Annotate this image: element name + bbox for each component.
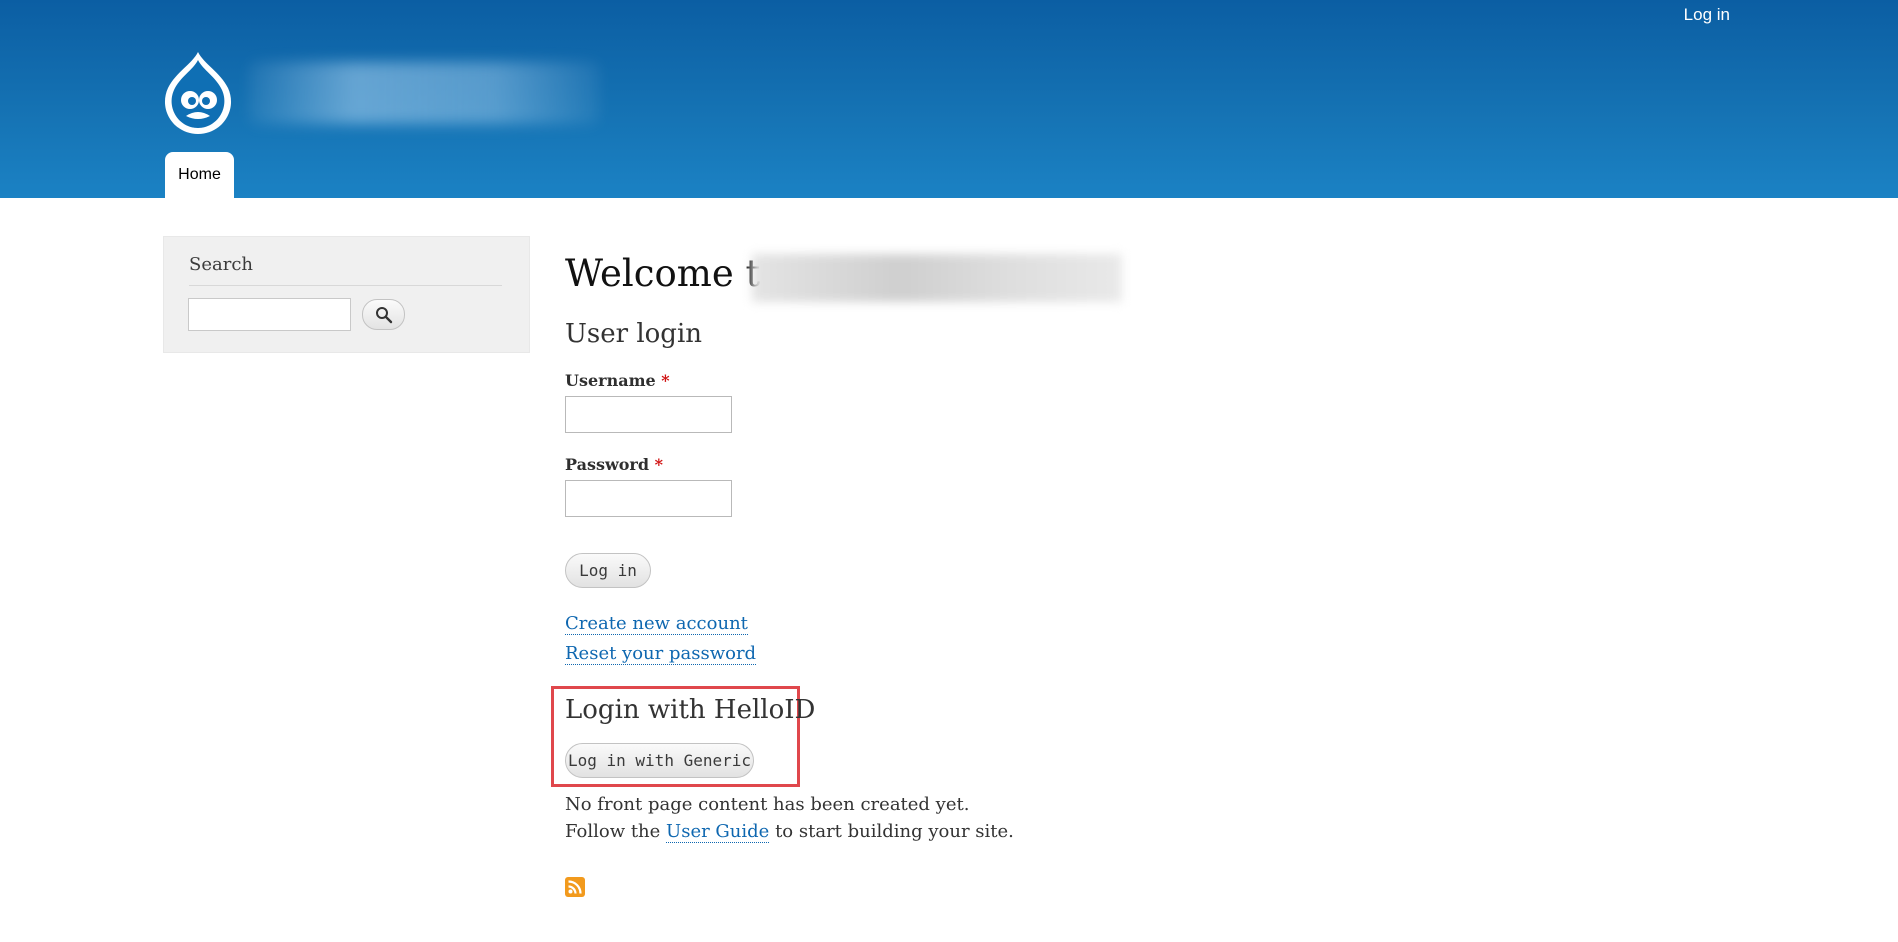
- tab-home[interactable]: Home: [165, 152, 234, 198]
- user-guide-suffix: to start building your site.: [775, 821, 1014, 842]
- username-label-text: Username: [565, 371, 656, 390]
- password-field[interactable]: [565, 480, 732, 517]
- create-account-link[interactable]: Create new account: [565, 614, 748, 635]
- user-guide-link[interactable]: User Guide: [666, 821, 770, 843]
- site-name-redacted: [248, 62, 600, 124]
- password-label: Password *: [565, 455, 663, 474]
- required-marker: *: [661, 371, 670, 390]
- page-title: Welcome to: [565, 252, 783, 295]
- login-submit-button[interactable]: Log in: [565, 553, 651, 588]
- search-divider: [189, 285, 502, 286]
- helloid-heading: Login with HelloID: [565, 695, 816, 725]
- drupal-logo-icon[interactable]: [160, 50, 236, 136]
- username-field[interactable]: [565, 396, 732, 433]
- rss-feed-icon[interactable]: [565, 877, 585, 897]
- search-input[interactable]: [188, 298, 351, 331]
- password-label-text: Password: [565, 455, 650, 474]
- front-page-message: No front page content has been created y…: [565, 794, 970, 815]
- username-label: Username *: [565, 371, 670, 390]
- header-login-link[interactable]: Log in: [1684, 5, 1730, 25]
- user-guide-message: Follow the User Guide to start building …: [565, 821, 1014, 843]
- login-with-generic-button[interactable]: Log in with Generic: [565, 743, 754, 778]
- reset-password-link[interactable]: Reset your password: [565, 644, 757, 665]
- site-name-title-redacted: [752, 254, 1122, 302]
- search-button[interactable]: [362, 299, 405, 330]
- search-icon: [375, 306, 392, 323]
- user-login-heading: User login: [565, 319, 703, 349]
- required-marker: *: [654, 455, 663, 474]
- search-block: Search: [163, 236, 530, 353]
- user-guide-prefix: Follow the: [565, 821, 661, 842]
- search-block-title: Search: [189, 254, 253, 275]
- site-header: Log in Home: [0, 0, 1898, 198]
